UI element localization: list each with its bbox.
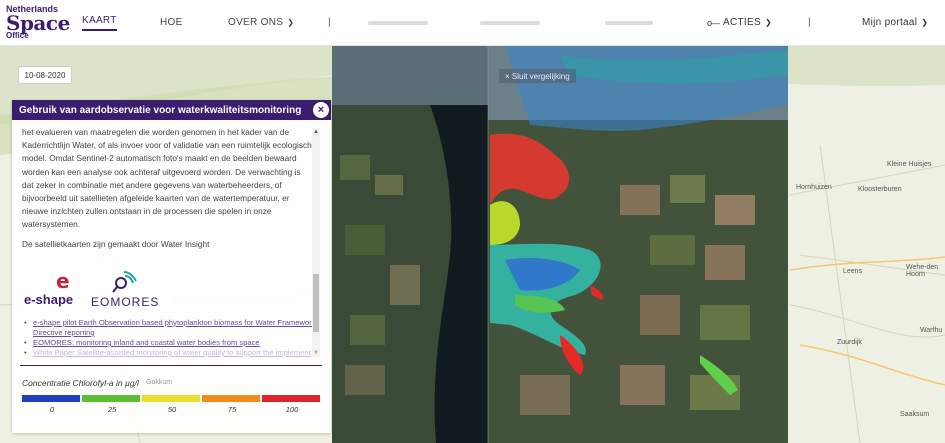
chevron-down-icon: ❯ bbox=[764, 18, 772, 27]
key-icon: o— bbox=[707, 17, 720, 28]
nav-acties[interactable]: o— ACTIES ❯ bbox=[707, 0, 772, 45]
panel-divider bbox=[20, 365, 322, 366]
place-label: Leens bbox=[843, 268, 863, 275]
legend-tick: 100 bbox=[285, 405, 299, 414]
eshape-logo: e-shape bbox=[24, 292, 74, 307]
nav-hoe[interactable]: HOE bbox=[160, 0, 183, 45]
panel-credit: De satellietkaarten zijn gemaakt door Wa… bbox=[22, 239, 210, 249]
nav-separator: | bbox=[328, 17, 331, 28]
legend-swatch bbox=[202, 395, 260, 402]
place-label: Kleine Huisjes bbox=[887, 161, 932, 168]
reference-links: e-shape pilot Earth Observation based ph… bbox=[24, 318, 322, 358]
date-selector[interactable]: 10-08-2020 bbox=[18, 66, 72, 84]
nav-kaart[interactable]: KAART bbox=[82, 13, 117, 31]
nav-ghost-item-2 bbox=[480, 0, 540, 45]
scroll-down-icon[interactable]: ▼ bbox=[312, 349, 320, 357]
place-label: Warfhu bbox=[920, 327, 943, 334]
legend-tick: 0 bbox=[49, 405, 55, 414]
panel-paragraph: het evalueren van maatregelen die worden… bbox=[22, 127, 312, 230]
legend-tick: 50 bbox=[167, 405, 177, 414]
panel-scrollbar[interactable]: ▲ ▼ bbox=[312, 128, 320, 357]
place-label: Kloosterburen bbox=[858, 186, 902, 193]
reference-link[interactable]: e-shape pilot Earth Observation based ph… bbox=[24, 318, 322, 338]
scroll-thumb[interactable] bbox=[313, 274, 319, 332]
eshape-logo-mark: e bbox=[56, 269, 70, 293]
partner-logos: e e-shape EOMORES bbox=[24, 266, 172, 314]
legend-swatch bbox=[142, 395, 200, 402]
nav-mijn-portaal-label: Mijn portaal bbox=[862, 17, 918, 28]
nav-mijn-portaal[interactable]: Mijn portaal ❯ bbox=[862, 0, 928, 45]
nav-over-ons[interactable]: OVER ONS ❯ bbox=[228, 0, 294, 45]
nav-separator: | bbox=[808, 17, 811, 28]
panel-header: Gebruik van aardobservatie voor waterkwa… bbox=[12, 100, 331, 120]
nso-logo[interactable]: Netherlands Space Office bbox=[6, 5, 70, 41]
place-label: Saaksum bbox=[900, 411, 930, 418]
legend-ticks: 0 25 50 75 100 bbox=[22, 405, 322, 414]
legend-swatch bbox=[262, 395, 320, 402]
reference-link[interactable]: White Paper Satellite-assisted monitorin… bbox=[24, 348, 322, 358]
nav-ghost-item-3 bbox=[605, 0, 653, 45]
place-label: Wehe-den Hoorn bbox=[906, 264, 939, 278]
legend-tick: 75 bbox=[227, 405, 237, 414]
legend-color-bar bbox=[22, 395, 322, 402]
nav-acties-label: ACTIES bbox=[723, 17, 761, 28]
panel-title: Gebruik van aardobservatie voor waterkwa… bbox=[19, 104, 302, 116]
place-label: Hornhuizen bbox=[796, 184, 832, 191]
legend-swatch bbox=[82, 395, 140, 402]
legend-tick: 25 bbox=[107, 405, 117, 414]
nav-ghost-item-1 bbox=[368, 0, 428, 45]
chevron-down-icon: ❯ bbox=[921, 18, 929, 27]
chevron-down-icon: ❯ bbox=[287, 18, 295, 27]
place-label: Zuurdijk bbox=[837, 339, 862, 346]
top-navigation-bar: Netherlands Space Office KAART HOE OVER … bbox=[0, 0, 945, 46]
close-icon[interactable]: × bbox=[313, 102, 329, 118]
reference-link[interactable]: EOMORES: monitoring inland and coastal w… bbox=[24, 338, 322, 348]
nav-over-ons-label: OVER ONS bbox=[228, 17, 284, 28]
scroll-up-icon[interactable]: ▲ bbox=[312, 128, 320, 136]
eomores-logo: EOMORES bbox=[91, 295, 160, 309]
legend-swatch bbox=[22, 395, 80, 402]
logo-line-2: Space bbox=[6, 11, 70, 35]
place-label: Gokkum bbox=[146, 379, 173, 386]
legend-title: Concentratie Chlorofyl-a in µg/l bbox=[22, 378, 139, 388]
close-comparison-button[interactable]: × Sluit vergelijking bbox=[499, 69, 576, 83]
eomores-logo-icon bbox=[112, 271, 137, 293]
panel-body[interactable]: het evalueren van maatregelen die worden… bbox=[12, 120, 331, 363]
